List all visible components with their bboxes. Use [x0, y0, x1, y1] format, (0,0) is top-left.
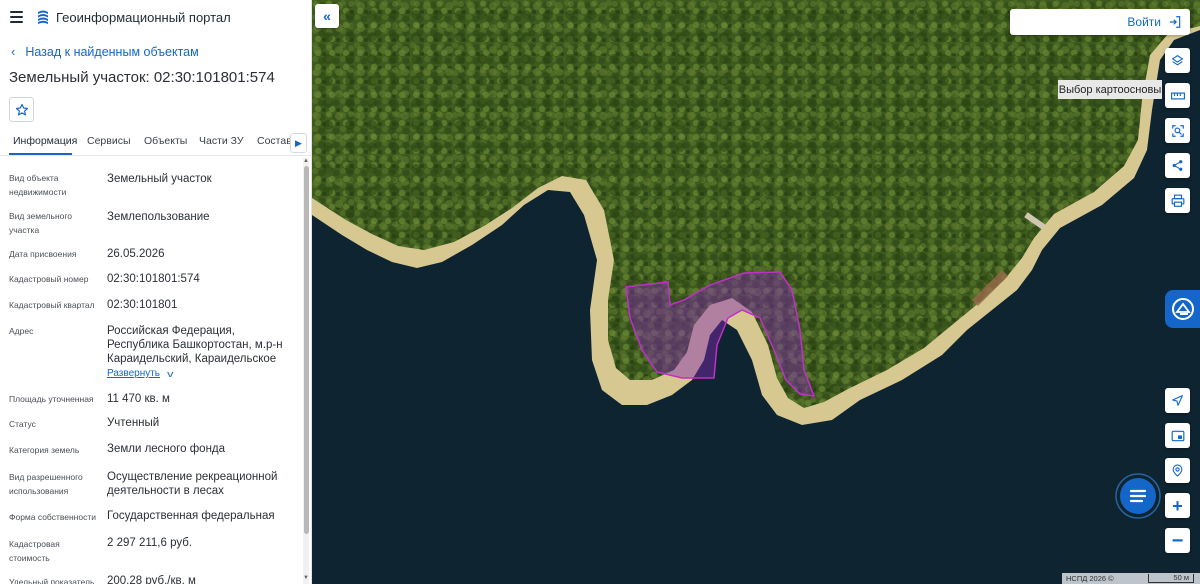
app-title: Геоинформационный портал [56, 10, 231, 25]
map-attribution: НСПД 2026 © 50 м [1062, 573, 1200, 584]
tab-objects[interactable]: Объекты [144, 135, 187, 147]
minus-icon: − [1171, 529, 1184, 552]
share-icon [1172, 160, 1183, 171]
property-value: Учтенный [107, 417, 160, 429]
login-label: Войти [1127, 15, 1161, 29]
back-link-label: Назад к найденным объектам [25, 44, 199, 59]
collapse-panel-button[interactable]: « [315, 4, 339, 28]
star-icon [15, 103, 28, 115]
property-label: Кадастровый квартал [9, 300, 95, 310]
basemap-tooltip: Выбор картоосновы [1058, 80, 1162, 99]
chat-button[interactable] [1115, 473, 1161, 519]
login-button[interactable]: Войти [1010, 9, 1190, 35]
print-icon [1171, 194, 1184, 207]
share-button[interactable] [1165, 153, 1190, 178]
scale-bar: 50 м [1148, 574, 1194, 583]
navigation-arrow-icon [1172, 395, 1183, 406]
chevron-left-icon: ‹ [11, 44, 16, 59]
property-value: Землепользование [107, 211, 210, 223]
property-value: 2 297 211,6 руб. [107, 537, 193, 549]
property-label: Удельный показатель [9, 577, 95, 584]
property-value: Осуществление рекреационной деятельности… [107, 471, 278, 497]
zoom-in-button[interactable]: + [1165, 493, 1190, 518]
property-value: 02:30:101801 [107, 299, 178, 311]
info-panel: Геоинформационный портал ‹ Назад к найде… [0, 0, 312, 584]
property-label: Категория земель [9, 445, 80, 455]
minimap-button[interactable] [1165, 423, 1190, 448]
property-label: Дата присвоения [9, 249, 77, 259]
portal-logo-icon [38, 10, 48, 24]
tab-information[interactable]: Информация [13, 135, 77, 147]
layers-icon [1171, 54, 1184, 66]
chat-icon [1115, 473, 1161, 519]
side-panel-tab[interactable] [1165, 290, 1200, 328]
location-pin-icon [1172, 464, 1183, 477]
property-value: 26.05.2026 [107, 248, 165, 260]
tab-bar: Информация Сервисы Объекты Части ЗУ Сост… [0, 130, 311, 156]
minimap-icon [1171, 430, 1184, 441]
panel-scrollbar[interactable] [303, 158, 309, 584]
scroll-up-icon[interactable]: ▲ [303, 158, 309, 164]
attribution-text: НСПД 2026 © [1066, 574, 1114, 583]
property-label: Кадастровая стоимость [9, 539, 60, 563]
map-search-icon [1171, 298, 1194, 320]
property-label: Вид разрешенного использования [9, 472, 83, 496]
property-label: Площадь уточненная [9, 394, 94, 404]
tab-parts[interactable]: Части ЗУ [199, 135, 244, 147]
tabs-scroll-right-button[interactable]: ▶ [290, 133, 307, 153]
locate-button[interactable] [1165, 388, 1190, 413]
scroll-down-icon[interactable]: ▼ [303, 575, 309, 583]
expand-address-link[interactable]: Развернуть v [107, 368, 173, 379]
layers-button[interactable] [1165, 48, 1190, 73]
page-title: Земельный участок: 02:30:101801:574 [9, 69, 275, 86]
geolocation-button[interactable] [1165, 458, 1190, 483]
property-value: 11 470 кв. м [107, 393, 170, 405]
property-label: Вид объекта недвижимости [9, 173, 67, 197]
select-area-icon [1171, 124, 1184, 137]
menu-icon[interactable] [10, 11, 23, 23]
property-label: Форма собственности [9, 512, 96, 522]
property-label: Адрес [9, 326, 34, 336]
chevron-right-icon: ▶ [295, 137, 302, 148]
property-value: Государственная федеральная [107, 510, 275, 522]
property-value: 02:30:101801:574 [107, 273, 200, 285]
basemap-button[interactable] [1165, 83, 1190, 108]
property-value: Земли лесного фонда [107, 443, 226, 455]
property-label: Вид земельного участка [9, 211, 73, 235]
panel-header: Геоинформационный портал [0, 0, 311, 34]
property-value: Российская Федерация, Республика Башкорт… [107, 325, 283, 365]
tab-composition[interactable]: Состав [257, 135, 292, 147]
plus-icon: + [1172, 495, 1183, 516]
tab-services[interactable]: Сервисы [87, 135, 131, 147]
print-button[interactable] [1165, 188, 1190, 213]
ruler-icon [1170, 92, 1185, 99]
login-icon [1169, 16, 1181, 28]
property-label: Статус [9, 419, 36, 429]
zoom-out-button[interactable]: − [1165, 528, 1190, 553]
double-chevron-left-icon: « [323, 8, 331, 24]
property-value: 200,28 руб./кв. м [107, 575, 196, 584]
active-tab-indicator [9, 153, 72, 155]
chevron-down-icon: v [167, 368, 174, 379]
property-value: Земельный участок [107, 173, 212, 185]
favorite-button[interactable] [9, 97, 34, 122]
back-link[interactable]: ‹ Назад к найденным объектам [11, 44, 199, 59]
select-area-button[interactable] [1165, 118, 1190, 143]
property-label: Кадастровый номер [9, 274, 89, 284]
expand-label: Развернуть [107, 368, 161, 379]
scrollbar-thumb[interactable] [304, 166, 309, 534]
